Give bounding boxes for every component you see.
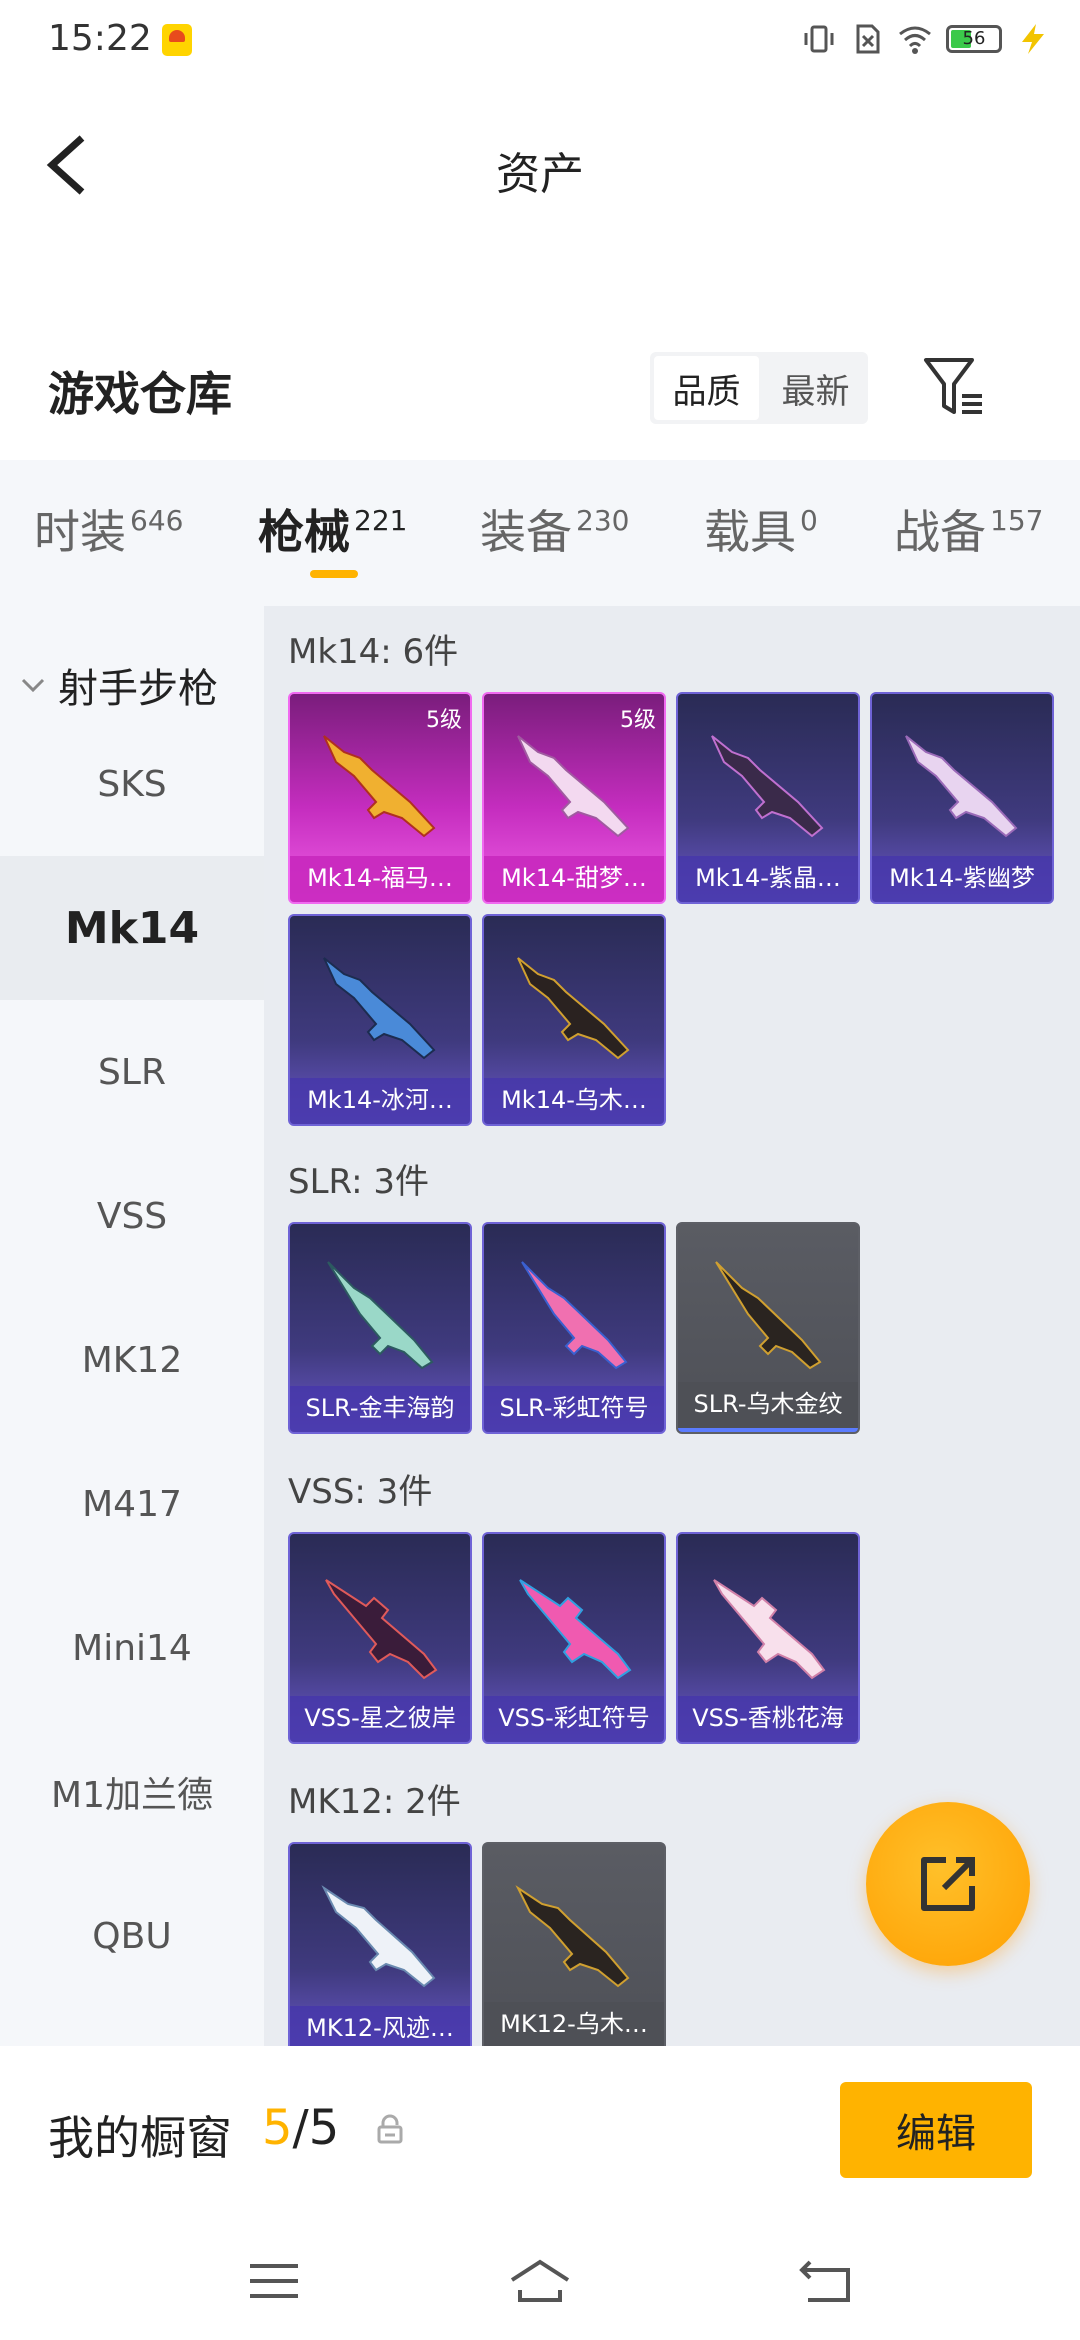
chevron-down-icon	[21, 678, 45, 693]
showcase-label: 我的橱窗	[48, 2111, 232, 2165]
system-nav-bar	[0, 2216, 1080, 2340]
weapon-name: Mk14-紫幽梦	[872, 856, 1052, 902]
weapon-card[interactable]: VSS-彩虹符号	[482, 1532, 666, 1744]
tab-equipment[interactable]: 装备 230	[480, 496, 629, 562]
status-bar: 15:22 56	[0, 0, 1080, 80]
tab-supplies[interactable]: 战备 157	[894, 496, 1043, 562]
weapon-card[interactable]: 5级 Mk14-甜梦…	[482, 692, 666, 904]
weapon-card[interactable]: VSS-星之彼岸	[288, 1532, 472, 1744]
active-tab-indicator	[310, 570, 358, 578]
weapon-image	[715, 1261, 822, 1370]
sort-newest-button[interactable]: 最新	[763, 352, 868, 424]
section-title: MK12: 2件	[288, 1782, 461, 1822]
share-button[interactable]	[866, 1802, 1030, 1966]
weapon-name: Mk14-乌木…	[484, 1078, 664, 1124]
no-sim-icon	[856, 24, 880, 54]
weapon-name: VSS-香桃花海	[678, 1696, 858, 1742]
weapon-image	[327, 1261, 434, 1370]
weapon-image	[321, 1885, 436, 1988]
tab-count: 646	[130, 504, 184, 537]
weapon-image	[517, 735, 630, 838]
vibrate-icon	[804, 25, 834, 53]
tab-vehicles[interactable]: 载具 0	[704, 496, 818, 562]
sidebar-item-slr[interactable]: SLR	[0, 1000, 264, 1144]
section-title: VSS: 3件	[288, 1472, 433, 1512]
weapon-card[interactable]: SLR-乌木金纹	[676, 1222, 860, 1434]
sort-quality-button[interactable]: 品质	[654, 356, 759, 420]
home-icon[interactable]	[508, 2256, 572, 2306]
edit-button[interactable]: 编辑	[840, 2082, 1032, 2178]
weapon-image	[323, 957, 436, 1060]
weapon-name: Mk14-甜梦…	[484, 856, 664, 902]
sidebar-item-qbu[interactable]: QBU	[0, 1864, 264, 2008]
warehouse-title: 游戏仓库	[48, 367, 232, 421]
sidebar-group-marksman[interactable]: 射手步枪	[20, 656, 218, 714]
page-title: 资产	[496, 149, 584, 200]
weapon-image	[323, 735, 436, 838]
showcase-count: 5/5	[262, 2100, 340, 2156]
level-badge: 5级	[426, 708, 462, 733]
weapon-name: SLR-金丰海韵	[290, 1386, 470, 1432]
sidebar-item-m417[interactable]: M417	[0, 1432, 264, 1576]
sidebar-item-m1-garand[interactable]: M1加兰德	[0, 1720, 264, 1864]
weapon-image	[713, 1579, 826, 1680]
weapon-card[interactable]: VSS-香桃花海	[676, 1532, 860, 1744]
showcase-bar: 我的橱窗 5/5 编辑	[0, 2046, 1080, 2216]
weapon-card[interactable]: MK12-乌木…	[482, 1842, 666, 2046]
sidebar-item-vss[interactable]: VSS	[0, 1144, 264, 1288]
weapon-image	[325, 1579, 438, 1680]
weapon-card[interactable]: SLR-金丰海韵	[288, 1222, 472, 1434]
section-title: SLR: 3件	[288, 1162, 429, 1202]
wifi-icon	[899, 26, 931, 54]
level-badge: 5级	[620, 708, 656, 733]
menu-icon[interactable]	[244, 2256, 304, 2306]
status-time: 15:22	[48, 18, 152, 59]
weapon-card[interactable]: Mk14-乌木…	[482, 914, 666, 1126]
weapon-image	[517, 957, 630, 1060]
tab-count: 221	[354, 504, 408, 537]
weapon-image	[711, 735, 824, 838]
weapon-name: SLR-彩虹符号	[484, 1386, 664, 1432]
lock-icon	[377, 2114, 403, 2144]
battery-level: 56	[962, 28, 986, 49]
weapon-card[interactable]: Mk14-紫幽梦	[870, 692, 1054, 904]
tab-weapons[interactable]: 枪械 221	[258, 496, 407, 562]
sidebar-item-mk14[interactable]: Mk14	[0, 856, 264, 1000]
weapon-name: VSS-星之彼岸	[290, 1696, 470, 1742]
sidebar-item-mini14[interactable]: Mini14	[0, 1576, 264, 1720]
battery-icon: 56	[946, 25, 1002, 53]
tab-fashion[interactable]: 时装 646	[34, 496, 183, 562]
return-icon[interactable]	[796, 2256, 856, 2306]
sidebar-item-sks[interactable]: SKS	[0, 712, 264, 856]
weapon-name: Mk14-紫晶…	[678, 856, 858, 902]
tab-count: 157	[990, 504, 1044, 537]
weapon-card[interactable]: SLR-彩虹符号	[482, 1222, 666, 1434]
weapon-card[interactable]: Mk14-冰河…	[288, 914, 472, 1126]
weapon-image	[515, 1885, 630, 1988]
weapon-card[interactable]: Mk14-紫晶…	[676, 692, 860, 904]
weapon-card[interactable]: 5级 Mk14-福马…	[288, 692, 472, 904]
weapon-name: VSS-彩虹符号	[484, 1696, 664, 1742]
weapon-name: MK12-风迹…	[290, 2006, 470, 2046]
section-title: Mk14: 6件	[288, 632, 459, 672]
sidebar-item-mk12[interactable]: MK12	[0, 1288, 264, 1432]
weapon-image	[905, 735, 1018, 838]
weapon-name: MK12-乌木…	[484, 2002, 664, 2046]
weapon-name: SLR-乌木金纹	[678, 1382, 858, 1432]
charging-icon	[1022, 24, 1044, 54]
weapon-card[interactable]: MK12-风迹…	[288, 1842, 472, 2046]
sort-toggle: 品质 最新	[650, 352, 868, 424]
tab-count: 0	[800, 504, 818, 537]
weapon-type-sidebar: 射手步枪 SKS Mk14 SLR VSS MK12 M417 Mini14 M…	[0, 606, 264, 2046]
share-icon	[921, 1857, 975, 1911]
weapon-name: Mk14-冰河…	[290, 1078, 470, 1124]
tab-count: 230	[576, 504, 630, 537]
weapon-image	[521, 1261, 628, 1370]
weapon-image	[519, 1579, 632, 1680]
filter-icon[interactable]	[922, 356, 988, 420]
app-notification-icon	[162, 24, 192, 56]
weapon-name: Mk14-福马…	[290, 856, 470, 902]
category-tabs: 时装 646 枪械 221 装备 230 载具 0 战备 157	[0, 460, 1080, 606]
